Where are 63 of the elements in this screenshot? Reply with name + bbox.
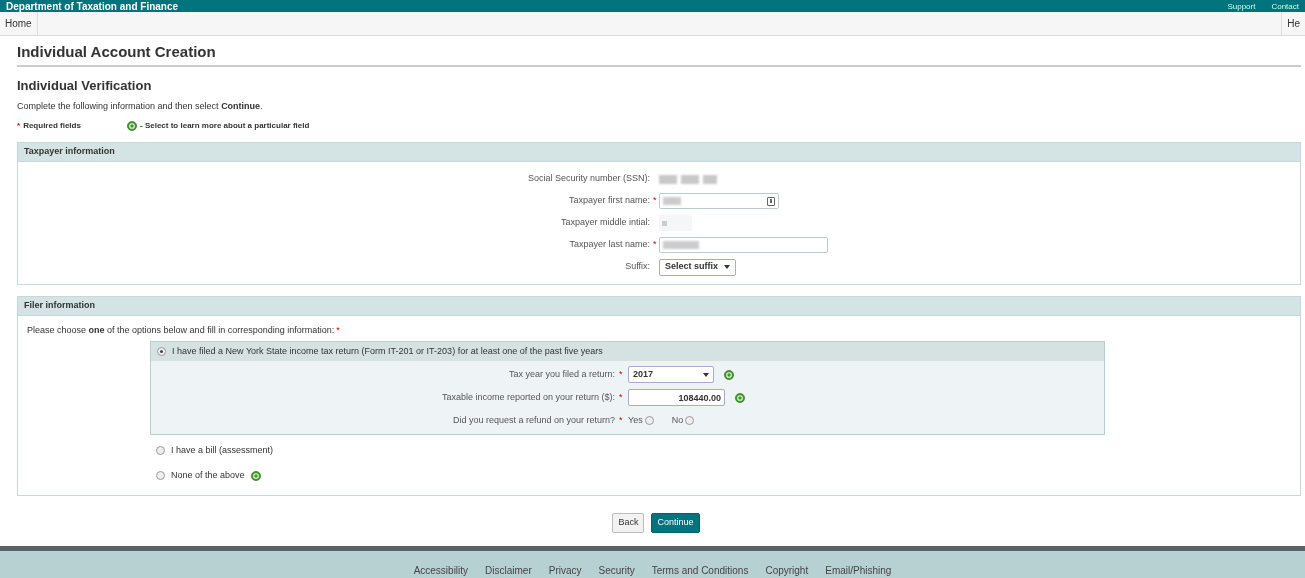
header-link[interactable]: Support xyxy=(1227,2,1256,12)
footer-link[interactable]: Accessibility xyxy=(413,565,469,577)
income-input[interactable]: 108440.00 xyxy=(628,389,725,406)
footer-link[interactable]: Disclaimer xyxy=(485,565,532,577)
contact-card-icon[interactable] xyxy=(767,196,775,206)
text-input[interactable] xyxy=(659,193,779,209)
redacted-text xyxy=(663,197,681,205)
required-marker: * xyxy=(652,238,658,252)
help-icon[interactable] xyxy=(250,470,261,481)
required-marker: * xyxy=(652,194,658,208)
nav-link[interactable]: He xyxy=(1281,12,1305,35)
field-label: Did you request a refund on your return? xyxy=(451,413,615,427)
caret-icon xyxy=(703,372,709,377)
caret-icon xyxy=(724,265,731,269)
text-input[interactable] xyxy=(659,215,692,231)
option-label[interactable]: I have a bill (assessment) xyxy=(171,443,274,458)
panel-header: Taxpayer information xyxy=(18,143,1300,162)
year-dropdown[interactable]: 2017 xyxy=(628,366,714,383)
radio-button[interactable] xyxy=(156,446,165,455)
field-label: Social Security number (SSN): xyxy=(526,172,650,186)
help-icon[interactable] xyxy=(127,121,137,131)
field-label: Suffix: xyxy=(624,260,650,274)
footer-link[interactable]: Terms and Conditions xyxy=(651,565,749,577)
footer-link[interactable]: Copyright xyxy=(765,565,809,577)
field-label: Taxpayer last name: xyxy=(568,238,650,252)
field-label: Taxable income reported on your return ($): xyxy=(440,390,615,404)
page-title: Individual Account Creation xyxy=(17,43,217,61)
site-title: Department of Taxation and Finance xyxy=(6,1,179,12)
help-icon[interactable] xyxy=(735,392,745,403)
required-marker: * xyxy=(618,367,624,381)
redacted-text xyxy=(663,241,699,249)
nav-link[interactable]: Home xyxy=(0,12,38,35)
field-label: Taxpayer middle intial: xyxy=(559,216,650,230)
redacted-text xyxy=(659,174,717,184)
help-icon[interactable] xyxy=(724,369,734,380)
field-label: Tax year you filed a return: xyxy=(507,367,615,381)
required-marker: * xyxy=(336,324,340,338)
required-legend: Required fields xyxy=(23,120,81,132)
radio-button[interactable] xyxy=(157,347,166,356)
suffix-dropdown[interactable]: Select suffix xyxy=(659,258,737,276)
instructions-text: Complete the following information and then select Continue. xyxy=(17,100,264,112)
back-button[interactable]: Back xyxy=(612,513,645,533)
option-label[interactable]: None of the above xyxy=(171,468,245,483)
radio-button[interactable] xyxy=(156,471,165,480)
continue-button[interactable]: Continue xyxy=(651,513,700,533)
panel-header: Filer information xyxy=(18,297,1300,316)
header-link[interactable]: Contact xyxy=(1271,2,1299,12)
radio-label: No xyxy=(671,413,684,427)
prompt-text: Please choose one of the options below and fill in corresponding information: xyxy=(27,324,335,338)
radio-label: Yes xyxy=(628,413,643,427)
help-legend: - Select to learn more about a particular field xyxy=(140,120,310,132)
required-marker: * xyxy=(17,120,21,132)
footer-link[interactable]: Email/Phishing xyxy=(825,565,892,577)
section-title: Individual Verification xyxy=(17,78,153,94)
radio-button[interactable] xyxy=(644,416,654,425)
redacted-text xyxy=(662,220,667,226)
footer-link[interactable]: Privacy xyxy=(548,565,582,577)
text-input[interactable] xyxy=(659,237,828,253)
radio-button[interactable] xyxy=(685,416,695,425)
field-label: Taxpayer first name: xyxy=(567,194,650,208)
footer-link[interactable]: Security xyxy=(598,565,635,577)
required-marker: * xyxy=(618,413,624,427)
required-marker: * xyxy=(618,390,624,404)
